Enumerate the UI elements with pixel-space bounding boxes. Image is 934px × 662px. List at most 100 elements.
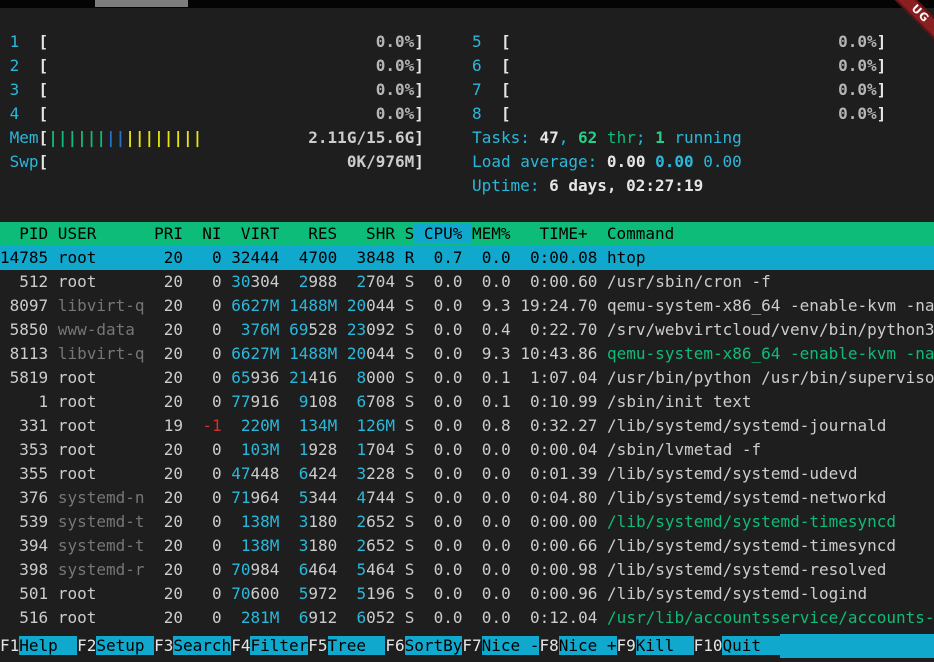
text xyxy=(337,512,347,531)
load-1min: 0.00 xyxy=(607,152,646,171)
text xyxy=(279,320,289,339)
cell-time: 19:24.70 xyxy=(520,296,597,315)
column-header-user[interactable]: USER xyxy=(48,224,144,243)
text xyxy=(145,344,155,363)
cell-shr-hl: 23 xyxy=(347,320,366,339)
text xyxy=(395,392,405,411)
process-row[interactable]: 5850 www-data 20 0 376M 69528 23092 S 0.… xyxy=(0,318,934,342)
column-header-virt[interactable]: VIRT xyxy=(222,224,280,243)
cell-res-hl: 69 xyxy=(289,320,308,339)
process-row[interactable]: 512 root 20 0 30304 2988 2704 S 0.0 0.0 … xyxy=(0,270,934,294)
cell-user: libvirt-q xyxy=(58,296,145,315)
cell-res: 972 xyxy=(308,584,337,603)
cell-nice: 0 xyxy=(193,344,222,363)
text xyxy=(347,488,357,507)
process-row[interactable]: 501 root 20 0 70600 5972 5196 S 0.0 0.0 … xyxy=(0,582,934,606)
cell-nice: 0 xyxy=(193,488,222,507)
column-header-shr[interactable]: SHR xyxy=(337,224,395,243)
fkey-label: Quit xyxy=(722,636,780,655)
text xyxy=(347,560,357,579)
fkey-f8-nice+[interactable]: F8Nice + xyxy=(539,634,616,658)
fkey-f3-search[interactable]: F3Search xyxy=(154,634,231,658)
process-row[interactable]: 14785 root 20 0 32444 4700 3848 R 0.7 0.… xyxy=(0,246,934,270)
text xyxy=(463,320,473,339)
cell-virt-hl: 30 xyxy=(231,272,250,291)
cell-res: 928 xyxy=(308,440,337,459)
fkey-f9-kill[interactable]: F9Kill xyxy=(617,634,694,658)
fkey-f4-filter[interactable]: F4Filter xyxy=(231,634,308,658)
text xyxy=(463,440,473,459)
cell-nice: 0 xyxy=(193,320,222,339)
process-row[interactable]: 394 systemd-t 20 0 138M 3180 2652 S 0.0 … xyxy=(0,534,934,558)
process-row[interactable]: 5819 root 20 0 65936 21416 8000 S 0.0 0.… xyxy=(0,366,934,390)
cell-priority: 20 xyxy=(154,296,183,315)
cell-res-hl: 3 xyxy=(299,512,309,531)
text xyxy=(424,80,463,99)
fkey-label: Nice + xyxy=(559,636,617,655)
cell-mem-percent: 0.0 xyxy=(472,272,511,291)
column-header-command[interactable]: Command xyxy=(597,224,674,243)
text xyxy=(347,416,357,435)
process-row[interactable]: 376 systemd-n 20 0 71964 5344 4744 S 0.0… xyxy=(0,486,934,510)
column-header-res[interactable]: RES xyxy=(279,224,337,243)
column-header-pid[interactable]: PID xyxy=(0,224,48,243)
text xyxy=(337,416,347,435)
fkey-f6-sortby[interactable]: F6SortBy xyxy=(385,634,462,658)
cell-shr: 044 xyxy=(366,296,395,315)
text xyxy=(145,560,155,579)
text xyxy=(463,416,473,435)
cell-user: root xyxy=(58,464,145,483)
text xyxy=(145,392,155,411)
fkey-f10-quit[interactable]: F10Quit xyxy=(694,634,781,658)
fkey-f2-setup[interactable]: F2Setup xyxy=(77,634,154,658)
cell-res-hl: 1488M xyxy=(289,296,337,315)
cell-cpu-percent: 0.0 xyxy=(424,584,463,603)
cell-command: /lib/systemd/systemd-resolved xyxy=(607,560,886,579)
text xyxy=(145,368,155,387)
cell-shr: 044 xyxy=(366,344,395,363)
column-header-cpu%[interactable]: CPU% xyxy=(414,224,472,243)
text xyxy=(395,440,405,459)
text xyxy=(511,512,521,531)
text xyxy=(482,104,501,123)
column-header-ni[interactable]: NI xyxy=(183,224,222,243)
process-row[interactable]: 516 root 20 0 281M 6912 6052 S 0.0 0.0 0… xyxy=(0,606,934,630)
text xyxy=(183,560,193,579)
cell-user: root xyxy=(58,584,145,603)
cell-priority: 20 xyxy=(154,512,183,531)
process-row[interactable]: 8113 libvirt-q 20 0 6627M 1488M 20044 S … xyxy=(0,342,934,366)
process-row[interactable]: 353 root 20 0 103M 1928 1704 S 0.0 0.0 0… xyxy=(0,438,934,462)
process-row[interactable]: 331 root 19 -1 220M 134M 126M S 0.0 0.8 … xyxy=(0,414,934,438)
meter-open-bracket: [ xyxy=(501,56,511,75)
fkey-f7-nice-[interactable]: F7Nice - xyxy=(462,634,539,658)
cell-shr: 744 xyxy=(366,488,395,507)
cell-priority: 19 xyxy=(154,416,183,435)
column-header-time+[interactable]: TIME+ xyxy=(511,224,598,243)
cell-mem-percent: 0.8 xyxy=(472,416,511,435)
cell-command: /lib/systemd/systemd-timesyncd xyxy=(607,536,896,555)
cell-time: 0:10.99 xyxy=(520,392,597,411)
process-row[interactable]: 398 systemd-r 20 0 70984 6464 5464 S 0.0… xyxy=(0,558,934,582)
fkey-f5-tree[interactable]: F5Tree xyxy=(308,634,385,658)
process-row[interactable]: 1 root 20 0 77916 9108 6708 S 0.0 0.1 0:… xyxy=(0,390,934,414)
cell-user: root xyxy=(58,416,145,435)
cell-shr: 228 xyxy=(366,464,395,483)
fkey-label: Filter xyxy=(250,636,308,655)
process-row[interactable]: 355 root 20 0 47448 6424 3228 S 0.0 0.0 … xyxy=(0,462,934,486)
text xyxy=(145,464,155,483)
column-header-pri[interactable]: PRI xyxy=(145,224,184,243)
swap-load-line: Swp[ 0K/976M] Load average: 0.00 0.00 0.… xyxy=(0,150,934,174)
text xyxy=(337,272,347,291)
process-row[interactable]: 539 systemd-t 20 0 138M 3180 2652 S 0.0 … xyxy=(0,510,934,534)
column-header-s[interactable]: S xyxy=(395,224,414,243)
fkey-f1-help[interactable]: F1Help xyxy=(0,634,77,658)
cell-mem-percent: 0.0 xyxy=(472,536,511,555)
column-header-mem%[interactable]: MEM% xyxy=(472,224,511,243)
cell-command: /sbin/init text xyxy=(607,392,752,411)
text xyxy=(48,392,58,411)
text xyxy=(19,104,38,123)
running-count: 1 xyxy=(655,128,665,147)
process-row[interactable]: 8097 libvirt-q 20 0 6627M 1488M 20044 S … xyxy=(0,294,934,318)
text xyxy=(48,512,58,531)
cell-priority: 20 xyxy=(154,272,183,291)
